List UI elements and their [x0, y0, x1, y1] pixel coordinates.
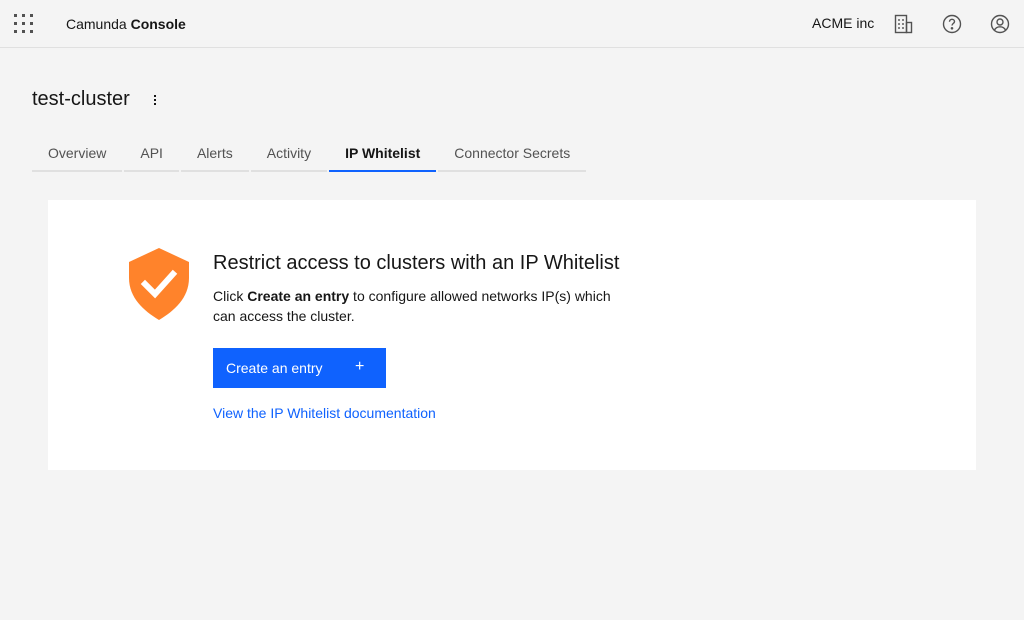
- tab-activity[interactable]: Activity: [250, 136, 328, 172]
- overflow-menu-vertical-icon[interactable]: [146, 90, 166, 110]
- desc-bold: Create an entry: [247, 288, 350, 304]
- ip-whitelist-docs-link[interactable]: View the IP Whitelist documentation: [213, 405, 436, 421]
- desc-prefix: Click: [213, 288, 248, 304]
- empty-state-heading: Restrict access to clusters with an IP W…: [213, 252, 620, 274]
- help-icon[interactable]: [940, 12, 964, 36]
- brand-name: Console: [130, 16, 186, 32]
- ip-whitelist-empty-state: Restrict access to clusters with an IP W…: [48, 200, 976, 470]
- add-icon: +: [355, 358, 365, 375]
- tab-overview[interactable]: Overview: [32, 136, 123, 172]
- shield-check-icon: [128, 248, 190, 320]
- tab-ip-whitelist[interactable]: IP Whitelist: [329, 136, 437, 172]
- cluster-tabs: Overview API Alerts Activity IP Whitelis…: [32, 136, 588, 172]
- building-icon[interactable]: [892, 12, 916, 36]
- brand-prefix: Camunda: [66, 16, 127, 32]
- tab-alerts[interactable]: Alerts: [180, 136, 249, 172]
- tab-connector-secrets[interactable]: Connector Secrets: [438, 136, 587, 172]
- empty-state-description: Click Create an entry to configure allow…: [213, 286, 633, 326]
- tab-api[interactable]: API: [124, 136, 179, 172]
- top-header: Camunda Console ACME inc: [0, 0, 1024, 48]
- app-brand[interactable]: Camunda Console: [66, 16, 186, 32]
- create-entry-label: Create an entry: [226, 360, 323, 376]
- user-avatar-icon[interactable]: [988, 12, 1012, 36]
- create-entry-button[interactable]: Create an entry +: [213, 348, 386, 388]
- cluster-title: test-cluster: [32, 88, 130, 110]
- app-switcher-icon[interactable]: [14, 14, 34, 34]
- organization-switcher[interactable]: ACME inc: [812, 15, 874, 31]
